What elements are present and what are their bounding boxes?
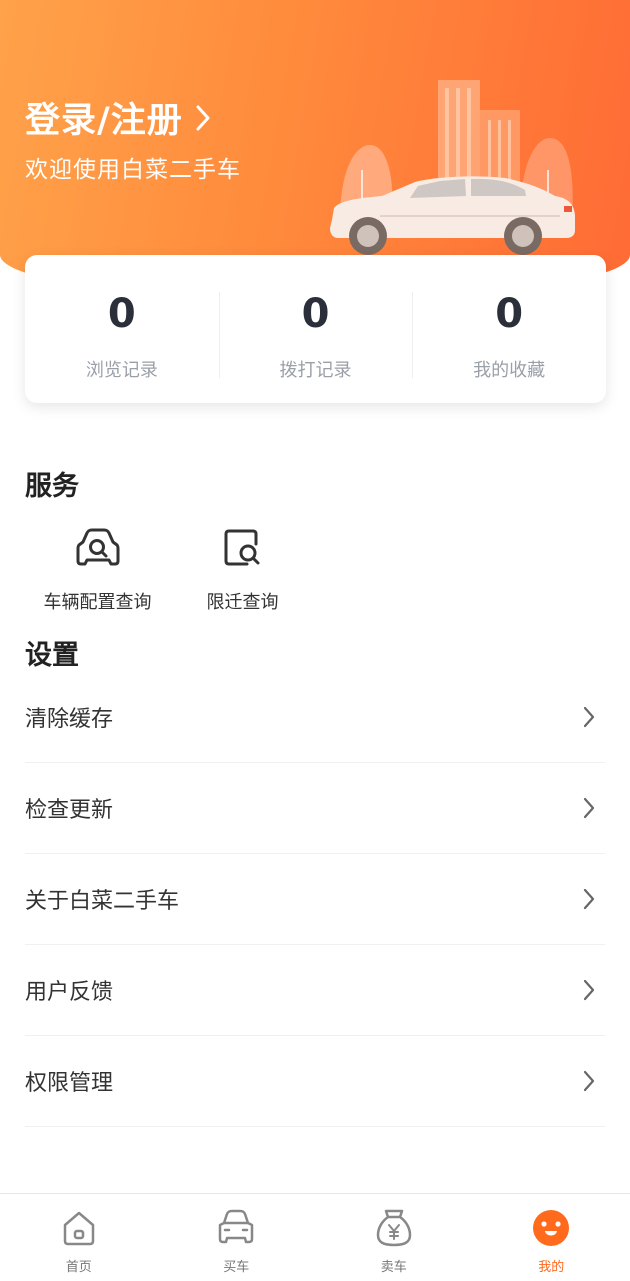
tab-buy-car[interactable]: 买车 bbox=[158, 1194, 316, 1281]
setting-feedback[interactable]: 用户反馈 bbox=[25, 945, 605, 1036]
setting-label: 权限管理 bbox=[25, 1065, 113, 1097]
chevron-right-icon bbox=[583, 888, 595, 910]
setting-label: 用户反馈 bbox=[25, 974, 113, 1006]
tab-mine[interactable]: 我的 bbox=[473, 1194, 630, 1281]
stat-call-value: 0 bbox=[219, 284, 413, 344]
tab-sell-car[interactable]: 卖车 bbox=[315, 1194, 473, 1281]
stat-browse-history[interactable]: 0 浏览记录 bbox=[25, 276, 219, 382]
stat-favorites-value: 0 bbox=[412, 284, 606, 344]
tab-label: 卖车 bbox=[315, 1256, 473, 1275]
setting-clear-cache[interactable]: 清除缓存 bbox=[25, 672, 605, 763]
stat-browse-value: 0 bbox=[25, 284, 219, 344]
stat-call-label: 拨打记录 bbox=[219, 356, 413, 382]
welcome-text: 欢迎使用白菜二手车 bbox=[25, 150, 241, 184]
login-register-label: 登录/注册 bbox=[25, 92, 183, 143]
tab-label: 首页 bbox=[0, 1256, 158, 1275]
stat-browse-label: 浏览记录 bbox=[25, 356, 219, 382]
document-search-icon bbox=[223, 528, 263, 568]
service-migration-check-label: 限迁查询 bbox=[170, 588, 315, 614]
services-title: 服务 bbox=[25, 464, 79, 503]
stat-favorites[interactable]: 0 我的收藏 bbox=[412, 276, 606, 382]
settings-list: 清除缓存 检查更新 关于白菜二手车 用户反馈 权限管理 bbox=[25, 672, 605, 1127]
setting-about[interactable]: 关于白菜二手车 bbox=[25, 854, 605, 945]
stats-card: 0 浏览记录 0 拨打记录 0 我的收藏 bbox=[25, 255, 606, 403]
stat-call-history[interactable]: 0 拨打记录 bbox=[219, 276, 413, 382]
car-search-icon bbox=[75, 528, 121, 568]
chevron-right-icon bbox=[583, 706, 595, 728]
tab-home[interactable]: 首页 bbox=[0, 1194, 158, 1281]
setting-label: 清除缓存 bbox=[25, 701, 113, 733]
setting-check-update[interactable]: 检查更新 bbox=[25, 763, 605, 854]
car-city-illustration bbox=[320, 70, 620, 260]
chevron-right-icon bbox=[583, 979, 595, 1001]
service-migration-check[interactable]: 限迁查询 bbox=[170, 520, 315, 614]
setting-permissions[interactable]: 权限管理 bbox=[25, 1036, 605, 1127]
service-vehicle-config-label: 车辆配置查询 bbox=[25, 588, 170, 614]
setting-label: 关于白菜二手车 bbox=[25, 883, 179, 915]
tab-label: 我的 bbox=[473, 1256, 630, 1275]
service-vehicle-config[interactable]: 车辆配置查询 bbox=[25, 520, 170, 614]
home-icon bbox=[60, 1209, 98, 1247]
money-bag-icon bbox=[375, 1208, 413, 1248]
tab-label: 买车 bbox=[158, 1256, 316, 1275]
stat-favorites-label: 我的收藏 bbox=[412, 356, 606, 382]
car-front-icon bbox=[216, 1209, 256, 1247]
chevron-right-icon bbox=[195, 104, 211, 132]
chevron-right-icon bbox=[583, 797, 595, 819]
bottom-tab-bar: 首页 买车 卖车 bbox=[0, 1193, 630, 1281]
setting-label: 检查更新 bbox=[25, 792, 113, 824]
chevron-right-icon bbox=[583, 1070, 595, 1092]
login-register-link[interactable]: 登录/注册 bbox=[25, 92, 211, 143]
services-grid: 车辆配置查询 限迁查询 bbox=[25, 520, 315, 614]
settings-title: 设置 bbox=[25, 633, 79, 672]
profile-face-icon bbox=[531, 1208, 571, 1248]
